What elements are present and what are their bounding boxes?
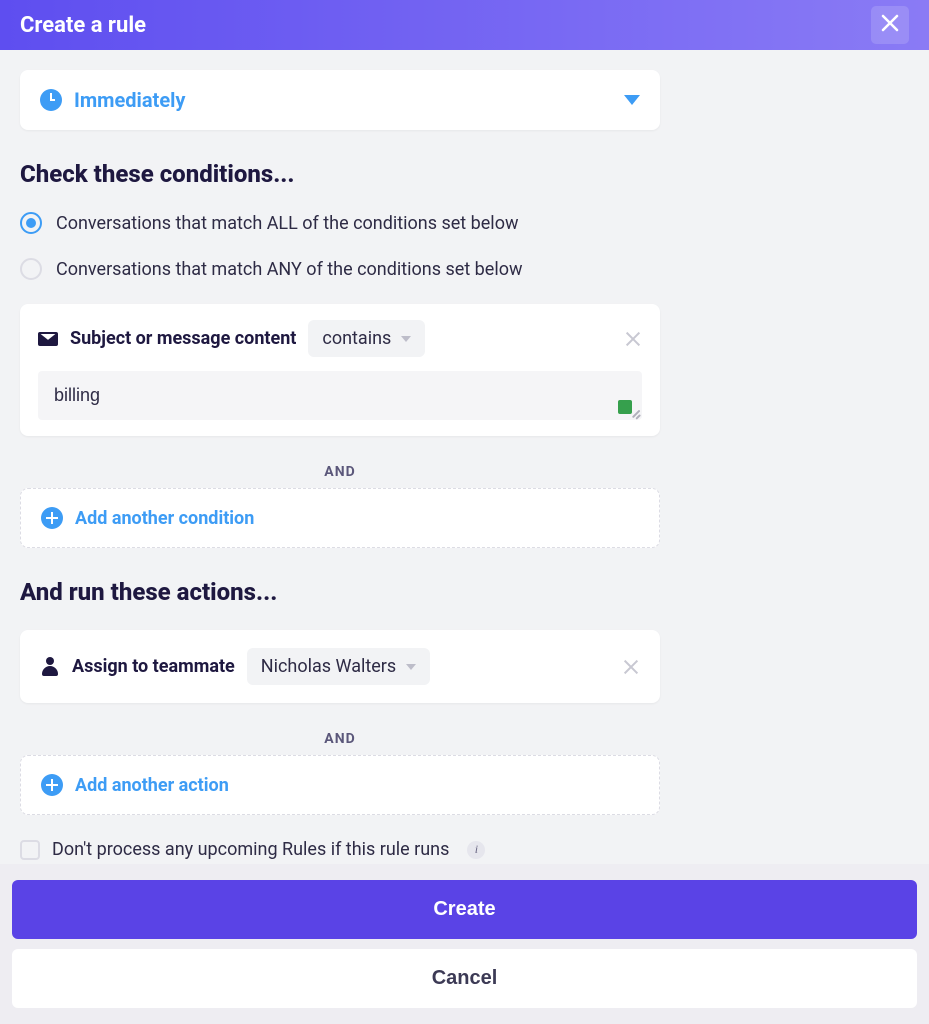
modal-header: Create a rule (0, 0, 929, 50)
remove-condition-button[interactable] (624, 330, 642, 348)
stop-processing-checkbox[interactable] (20, 840, 40, 860)
action-row: Assign to teammate Nicholas Walters (20, 630, 660, 703)
stop-processing-label: Don't process any upcoming Rules if this… (52, 839, 449, 860)
add-action-button[interactable]: Add another action (20, 755, 660, 815)
action-type-label: Assign to teammate (72, 656, 235, 677)
mail-icon (38, 332, 58, 346)
trigger-label: Immediately (74, 88, 185, 112)
radio-input[interactable] (20, 212, 42, 234)
modal-footer: Create Cancel (0, 864, 929, 1024)
resize-handle-icon[interactable] (630, 408, 640, 418)
plus-icon (41, 774, 63, 796)
trigger-select[interactable]: Immediately (20, 70, 660, 130)
clock-icon (40, 89, 62, 111)
modal-body: Immediately Check these conditions... Co… (0, 50, 929, 880)
add-action-label: Add another action (75, 775, 229, 796)
radio-all[interactable]: Conversations that match ALL of the cond… (20, 212, 909, 234)
add-condition-label: Add another condition (75, 508, 254, 529)
condition-value-input[interactable] (38, 371, 642, 420)
condition-and-separator: AND (20, 456, 660, 488)
radio-any[interactable]: Conversations that match ANY of the cond… (20, 258, 909, 280)
close-button[interactable] (871, 6, 909, 44)
create-button[interactable]: Create (12, 880, 917, 939)
plus-icon (41, 507, 63, 529)
radio-all-label: Conversations that match ALL of the cond… (56, 213, 518, 234)
remove-action-button[interactable] (622, 658, 640, 676)
modal-title: Create a rule (20, 13, 146, 38)
cancel-button[interactable]: Cancel (12, 949, 917, 1008)
radio-any-label: Conversations that match ANY of the cond… (56, 259, 523, 280)
add-condition-button[interactable]: Add another condition (20, 488, 660, 548)
radio-input[interactable] (20, 258, 42, 280)
operator-select[interactable]: contains (308, 320, 425, 357)
condition-field-label: Subject or message content (70, 328, 296, 349)
chevron-down-icon (624, 95, 640, 105)
person-icon (40, 657, 60, 677)
close-icon (881, 12, 899, 38)
condition-row: Subject or message content contains (20, 304, 660, 436)
teammate-select[interactable]: Nicholas Walters (247, 648, 430, 685)
match-mode-radiogroup: Conversations that match ALL of the cond… (20, 212, 909, 280)
stop-processing-row: Don't process any upcoming Rules if this… (20, 839, 909, 860)
action-and-separator: AND (20, 723, 660, 755)
info-icon[interactable]: i (467, 841, 485, 859)
conditions-heading: Check these conditions... (20, 160, 909, 188)
actions-heading: And run these actions... (20, 578, 909, 606)
